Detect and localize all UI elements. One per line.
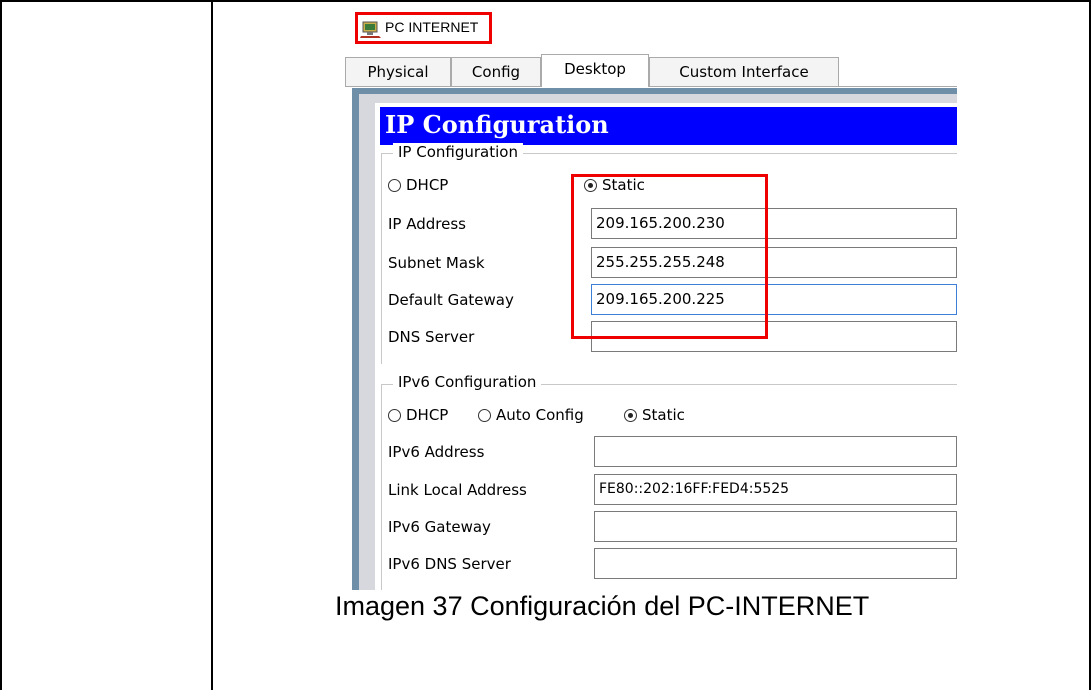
packet-tracer-window: PC INTERNET Physical Config Desktop Cust… <box>345 7 957 590</box>
link-local-address-label: Link Local Address <box>388 481 527 499</box>
ipv6-group-label: IPv6 Configuration <box>393 373 542 391</box>
tab-bar: Physical Config Desktop Custom Interface <box>345 54 957 87</box>
ipv6-auto-config-radio[interactable] <box>478 409 491 422</box>
dns-server-label: DNS Server <box>388 328 475 346</box>
ipv6-dhcp-label: DHCP <box>406 406 449 424</box>
link-local-address-field[interactable]: FE80::202:16FF:FED4:5525 <box>594 474 957 505</box>
ipv6-static-radio[interactable] <box>624 409 637 422</box>
pc-icon <box>360 21 381 38</box>
ipv6-static-label: Static <box>642 406 685 424</box>
tab-custom-interface[interactable]: Custom Interface <box>649 57 839 86</box>
ipv6-gateway-label: IPv6 Gateway <box>388 518 491 536</box>
tab-desktop[interactable]: Desktop <box>541 54 649 87</box>
default-gateway-label: Default Gateway <box>388 291 514 309</box>
ipv6-address-label: IPv6 Address <box>388 443 485 461</box>
table-border-divider <box>211 0 213 690</box>
ipv6-address-field[interactable] <box>594 436 957 467</box>
figure-caption: Imagen 37 Configuración del PC-INTERNET <box>335 591 870 621</box>
ipv6-gateway-field[interactable] <box>594 511 957 542</box>
ipv6-dns-server-field[interactable] <box>594 548 957 579</box>
window-title: PC INTERNET <box>385 19 479 35</box>
ipv6-auto-config-label: Auto Config <box>496 406 584 424</box>
ipv4-dhcp-radio[interactable] <box>388 179 401 192</box>
ipv6-dns-server-label: IPv6 DNS Server <box>388 555 511 573</box>
ipv6-dhcp-radio[interactable] <box>388 409 401 422</box>
table-border-top <box>0 0 1091 2</box>
ipv4-dhcp-label: DHCP <box>406 176 449 194</box>
table-border-left <box>0 0 2 690</box>
page-title: IP Configuration <box>380 107 957 145</box>
static-config-highlight-box <box>571 174 768 339</box>
ip-address-label: IP Address <box>388 215 466 233</box>
subnet-mask-label: Subnet Mask <box>388 254 485 272</box>
ipv4-group-label: IP Configuration <box>393 143 523 161</box>
tab-config[interactable]: Config <box>451 57 541 86</box>
tab-physical[interactable]: Physical <box>345 57 451 86</box>
